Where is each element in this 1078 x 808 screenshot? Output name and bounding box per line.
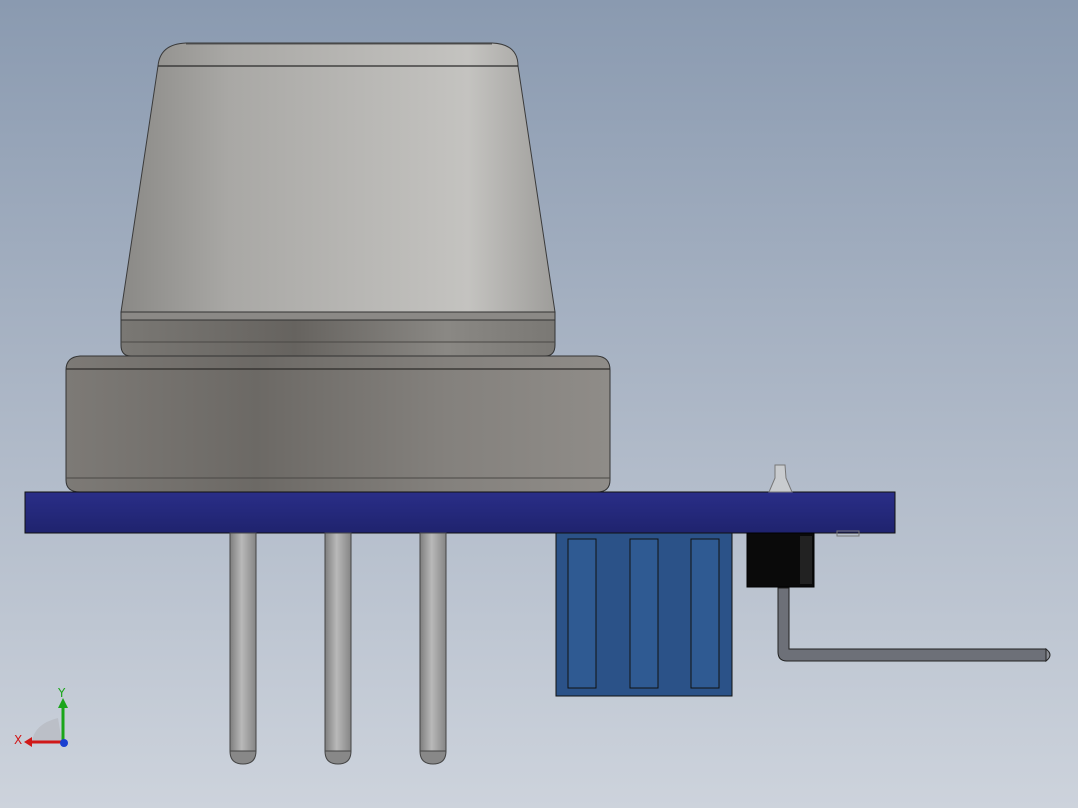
sensor-collar bbox=[120, 311, 556, 357]
sensor-pin bbox=[324, 532, 352, 765]
z-axis-dot bbox=[60, 739, 68, 747]
sensor-pin bbox=[229, 532, 257, 765]
model-view[interactable] bbox=[0, 0, 1078, 808]
x-axis-arrowhead bbox=[24, 737, 32, 747]
sensor-pins bbox=[229, 532, 447, 765]
sensor-base bbox=[65, 355, 611, 493]
x-axis-label: X bbox=[14, 733, 22, 747]
pcb-board bbox=[24, 491, 896, 534]
coordinate-triad-icon[interactable]: Y X bbox=[10, 684, 80, 754]
header-connector bbox=[555, 532, 733, 697]
black-component bbox=[746, 532, 1051, 663]
sensor-cap bbox=[120, 42, 556, 313]
y-axis-label: Y bbox=[57, 686, 66, 700]
triad-plane bbox=[32, 718, 62, 742]
sensor-pin bbox=[419, 532, 447, 765]
pcb-top-component bbox=[768, 464, 793, 493]
cad-viewport[interactable]: Y X bbox=[0, 0, 1078, 808]
